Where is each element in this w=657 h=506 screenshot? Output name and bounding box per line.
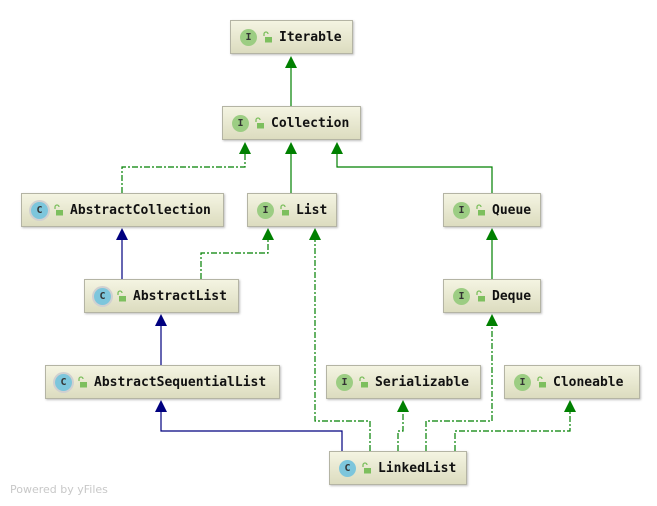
interface-icon: I [240, 28, 257, 46]
uml-diagram-canvas: Powered by yFiles I Iterable I Collection C A… [0, 0, 657, 506]
edge-linked-list-to-abstract-sequential-list [155, 400, 343, 451]
arrowhead-icon [331, 142, 343, 154]
node-label: LinkedList [378, 460, 457, 476]
interface-icon: I [453, 201, 470, 219]
public-access-icon [117, 290, 126, 302]
public-access-icon [476, 290, 485, 302]
node-label: Cloneable [553, 374, 624, 390]
edge-abstract-collection-to-collection [121, 142, 251, 193]
interface-icon: I [232, 114, 249, 132]
node-label: Deque [492, 288, 532, 304]
node-label: Queue [492, 202, 532, 218]
edge-collection-to-iterable [285, 56, 297, 106]
node-serializable[interactable]: I Serializable [326, 365, 481, 399]
edge-abstract-list-to-abstract-collection [116, 228, 128, 279]
arrowhead-icon [285, 56, 297, 68]
node-abstract-sequential-list[interactable]: C AbstractSequentialList [45, 365, 280, 399]
edge-abstract-list-to-list [200, 228, 274, 279]
edges-layer [116, 56, 576, 451]
abstract-class-icon: C [31, 201, 48, 219]
public-access-icon [476, 204, 485, 216]
node-label: AbstractSequentialList [94, 374, 267, 390]
public-access-icon [362, 462, 371, 474]
arrowhead-icon [155, 400, 167, 412]
arrowhead-icon [262, 228, 274, 240]
node-list[interactable]: I List [247, 193, 337, 227]
public-access-icon [359, 376, 368, 388]
node-linked-list[interactable]: C LinkedList [329, 451, 467, 485]
arrowhead-icon [397, 400, 409, 412]
node-label: Collection [271, 115, 350, 131]
interface-icon: I [336, 373, 353, 391]
edge-abstract-sequential-list-to-abstract-list [155, 314, 167, 365]
node-iterable[interactable]: I Iterable [230, 20, 353, 54]
arrowhead-icon [486, 314, 498, 326]
interface-icon: I [453, 287, 470, 305]
public-access-icon [263, 31, 272, 43]
public-access-icon [280, 204, 289, 216]
node-deque[interactable]: I Deque [443, 279, 541, 313]
node-label: AbstractList [133, 288, 227, 304]
abstract-class-icon: C [94, 287, 111, 305]
arrowhead-icon [486, 228, 498, 240]
edge-linked-list-to-serializable [397, 400, 409, 451]
node-abstract-collection[interactable]: C AbstractCollection [21, 193, 224, 227]
class-icon: C [339, 459, 356, 477]
edge-deque-to-queue [486, 228, 498, 279]
public-access-icon [255, 117, 264, 129]
arrowhead-icon [155, 314, 167, 326]
arrowhead-icon [309, 228, 321, 240]
edge-linked-list-to-cloneable [454, 400, 576, 451]
node-label: Serializable [375, 374, 469, 390]
edge-list-to-collection [285, 142, 297, 193]
arrowhead-icon [239, 142, 251, 154]
node-label: AbstractCollection [70, 202, 211, 218]
node-queue[interactable]: I Queue [443, 193, 541, 227]
arrowhead-icon [116, 228, 128, 240]
public-access-icon [78, 376, 87, 388]
public-access-icon [54, 204, 63, 216]
arrowhead-icon [564, 400, 576, 412]
powered-by-label: Powered by yFiles [10, 483, 108, 496]
public-access-icon [537, 376, 546, 388]
node-label: Iterable [279, 29, 342, 45]
arrowhead-icon [285, 142, 297, 154]
node-cloneable[interactable]: I Cloneable [504, 365, 640, 399]
node-collection[interactable]: I Collection [222, 106, 361, 140]
node-label: List [296, 202, 328, 218]
edge-linked-list-to-list [309, 228, 371, 451]
edge-queue-to-collection [331, 142, 493, 193]
node-abstract-list[interactable]: C AbstractList [84, 279, 239, 313]
interface-icon: I [257, 201, 274, 219]
interface-icon: I [514, 373, 531, 391]
abstract-class-icon: C [55, 373, 72, 391]
